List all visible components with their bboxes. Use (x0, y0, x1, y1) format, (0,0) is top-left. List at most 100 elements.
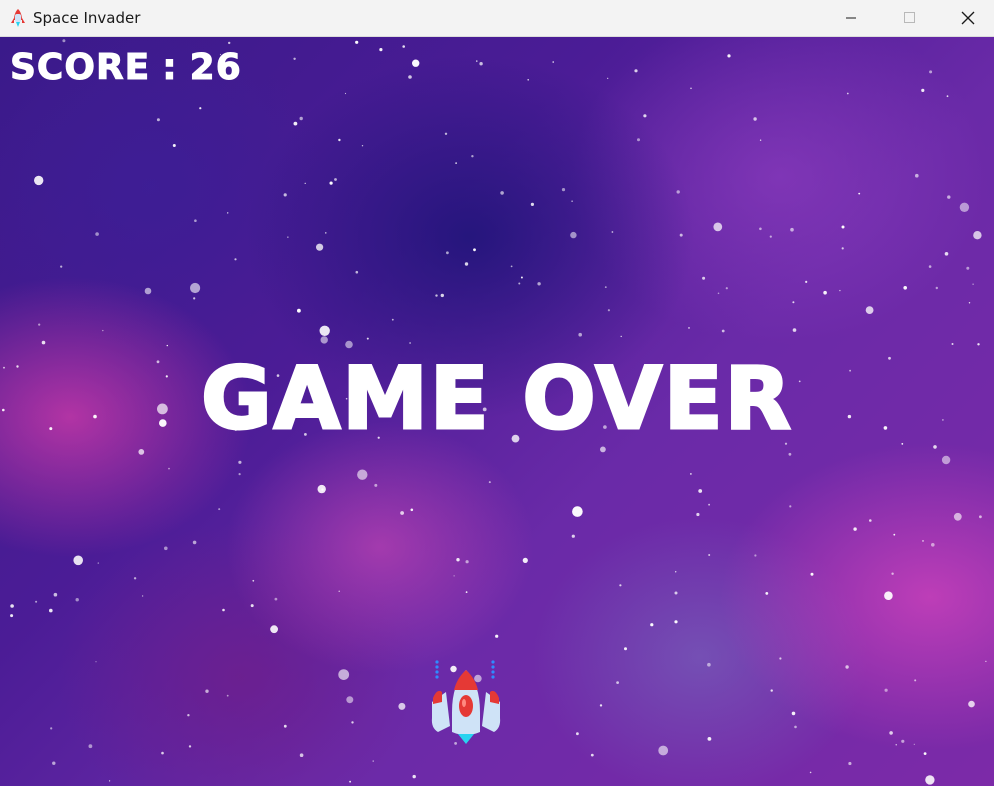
star (607, 77, 609, 79)
game-canvas[interactable]: SCORE : 26 GAME OVER (0, 37, 994, 786)
star (38, 323, 41, 326)
star (222, 608, 225, 612)
star (299, 116, 303, 121)
star (931, 543, 935, 547)
star (769, 235, 772, 238)
star (488, 481, 491, 484)
star (552, 61, 554, 63)
star (95, 661, 97, 663)
star (643, 114, 647, 118)
star (690, 87, 692, 90)
star (650, 623, 654, 627)
star (690, 473, 692, 475)
star (252, 579, 255, 582)
star (49, 608, 53, 613)
star (698, 489, 703, 493)
star (97, 562, 100, 564)
star (869, 519, 872, 522)
star (794, 725, 797, 729)
star (293, 121, 298, 126)
star (708, 503, 710, 506)
star (138, 449, 145, 455)
star (297, 308, 301, 313)
star (792, 328, 797, 332)
star (901, 739, 905, 743)
star (674, 620, 678, 624)
star (199, 107, 202, 110)
star (238, 460, 242, 464)
star (238, 473, 241, 476)
star (194, 219, 197, 222)
star (325, 232, 327, 234)
star (841, 225, 845, 229)
minimize-icon (846, 17, 856, 19)
star (977, 343, 980, 346)
title-bar[interactable]: Space Invader (0, 0, 994, 37)
star (903, 286, 907, 290)
star (792, 301, 795, 304)
star (168, 467, 170, 470)
star (357, 469, 368, 480)
star (725, 287, 728, 290)
star (790, 227, 794, 232)
star (599, 704, 603, 707)
star (721, 329, 725, 333)
star (109, 780, 111, 782)
star (10, 614, 14, 618)
star (951, 343, 954, 345)
star (52, 761, 56, 765)
star (234, 258, 237, 261)
star (166, 344, 168, 347)
star (702, 276, 706, 280)
star (283, 724, 287, 728)
star (412, 59, 420, 67)
star (845, 665, 849, 669)
star (338, 669, 350, 680)
star (893, 533, 896, 536)
star (50, 727, 53, 730)
star (611, 231, 614, 233)
star (391, 318, 394, 321)
star (707, 662, 711, 667)
star (658, 745, 669, 756)
spaceship-icon (428, 656, 504, 744)
star (319, 325, 330, 336)
star (571, 200, 573, 202)
star (440, 293, 444, 298)
star (779, 657, 782, 660)
star (34, 175, 44, 186)
star (226, 694, 229, 697)
star (218, 508, 221, 511)
score-label: SCORE (9, 47, 151, 89)
star (759, 227, 762, 231)
minimize-button[interactable] (822, 0, 880, 36)
star (968, 302, 971, 304)
star (465, 591, 468, 593)
star (607, 309, 611, 312)
star (190, 282, 201, 294)
star (921, 88, 925, 92)
score-value: 26 (189, 47, 242, 89)
star (717, 292, 720, 295)
game-over-text: GAME OVER (200, 348, 793, 451)
star (522, 557, 528, 564)
star (944, 252, 949, 256)
star (708, 554, 711, 556)
star (455, 162, 457, 164)
star (164, 546, 168, 551)
star (95, 232, 99, 236)
star (674, 591, 678, 595)
star (471, 155, 474, 158)
star (753, 117, 757, 121)
star (366, 337, 369, 340)
star (495, 634, 499, 638)
star (810, 572, 814, 576)
star (192, 540, 197, 545)
star (561, 188, 566, 192)
maximize-button[interactable] (880, 0, 938, 36)
star (338, 138, 341, 142)
star (299, 753, 304, 757)
close-button[interactable] (938, 0, 994, 36)
window-title: Space Invader (33, 9, 141, 27)
star (398, 702, 406, 710)
